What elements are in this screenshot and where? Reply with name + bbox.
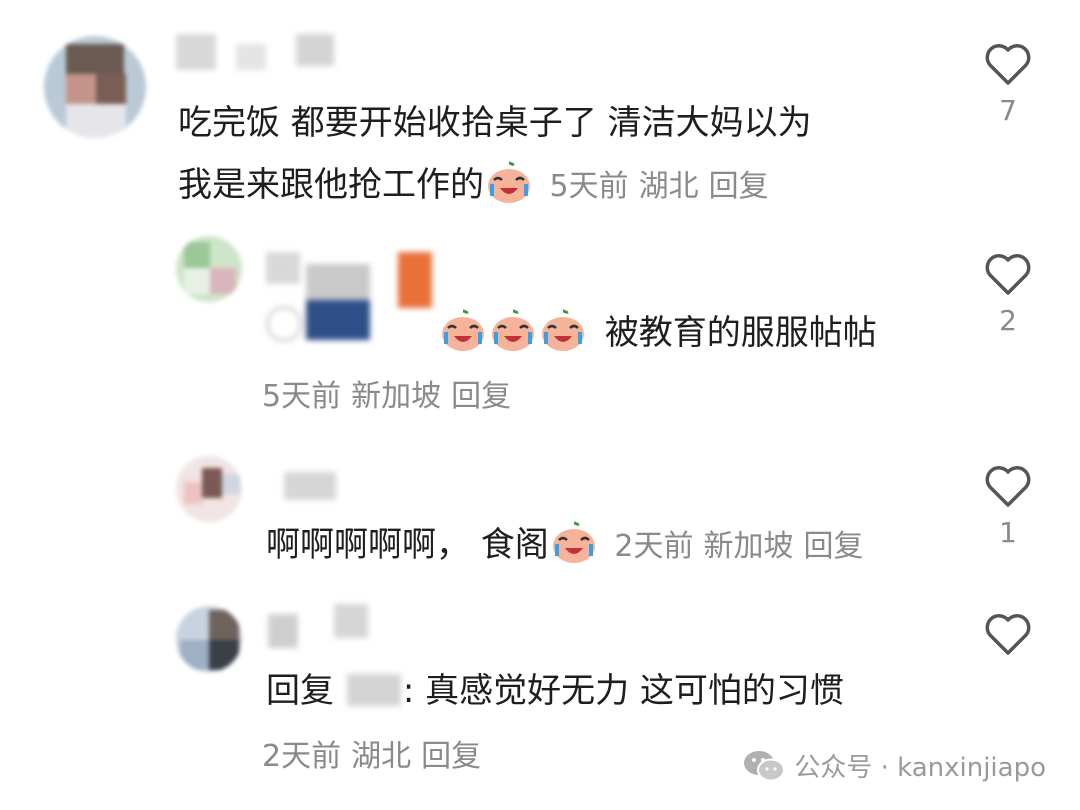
comment-time: 5天前 — [549, 169, 629, 204]
crying-face-emoji-icon — [486, 160, 532, 224]
reply-button[interactable]: 回复 — [421, 739, 481, 774]
like-count: 1 — [999, 516, 1017, 549]
comment-time: 5天前 — [262, 379, 342, 414]
reply-button[interactable]: 回复 — [709, 169, 769, 204]
comment-line-text: 真感觉好无力 这可怕的习惯 — [425, 671, 844, 711]
wechat-icon — [744, 750, 786, 781]
comment-text: 被教育的服服帖帖 — [438, 302, 877, 372]
comment-location: 湖北 — [638, 169, 699, 204]
like-button[interactable] — [978, 612, 1038, 656]
username-blurred[interactable] — [268, 604, 378, 652]
comment-location: 新加坡 — [351, 379, 442, 414]
username-blurred[interactable] — [176, 34, 336, 76]
reply-button[interactable]: 回复 — [803, 529, 863, 564]
like-button[interactable]: 7 — [978, 42, 1038, 127]
avatar[interactable] — [176, 456, 242, 522]
avatar[interactable] — [176, 236, 242, 302]
like-button[interactable]: 1 — [978, 464, 1038, 549]
like-count: 7 — [999, 94, 1017, 127]
reply-colon: : — [402, 671, 415, 711]
avatar[interactable] — [176, 606, 242, 672]
comment-text: 啊啊啊啊啊， 食阁 2天前 新加坡 回复 — [266, 514, 873, 584]
comment-meta: 5天前 新加坡 回复 — [262, 366, 521, 428]
comment-line: 吃完饭 都要开始收拾桌子了 清洁大妈以为 — [178, 103, 812, 143]
crying-face-emoji-icon — [551, 520, 597, 584]
crying-face-emoji-icon — [440, 308, 486, 372]
comment-meta: 2天前 湖北 回复 — [262, 726, 491, 788]
reply-target-blurred[interactable] — [346, 674, 401, 706]
reply-prefix: 回复 — [266, 671, 334, 711]
comment-line: 我是来跟他抢工作的 5天前 湖北 回复 — [178, 154, 812, 224]
heart-outline-icon — [985, 254, 1031, 295]
comment-line-text: 我是来跟他抢工作的 — [178, 165, 484, 205]
comment-time: 2天前 — [614, 529, 694, 564]
comment-location: 新加坡 — [703, 529, 794, 564]
crying-face-emoji-icon — [490, 308, 536, 372]
comment-text: 吃完饭 都要开始收拾桌子了 清洁大妈以为 我是来跟他抢工作的 5天前 湖北 回复 — [178, 92, 812, 224]
avatar[interactable] — [44, 36, 146, 138]
watermark: 公众号 · kanxinjiapo — [742, 747, 1046, 784]
crying-face-emoji-icon — [540, 308, 586, 372]
comment-time: 2天前 — [262, 739, 342, 774]
like-count: 2 — [999, 304, 1017, 337]
heart-outline-icon — [985, 466, 1031, 507]
comment-line-text: 被教育的服服帖帖 — [604, 313, 877, 353]
heart-outline-icon — [985, 614, 1031, 655]
reply-button[interactable]: 回复 — [451, 379, 511, 414]
comment-line-text: 啊啊啊啊啊， 食阁 — [266, 525, 549, 565]
comment-location: 湖北 — [351, 739, 412, 774]
username-blurred[interactable] — [266, 244, 436, 354]
like-button[interactable]: 2 — [978, 252, 1038, 337]
comment-text: 回复 : 真感觉好无力 这可怕的习惯 — [266, 660, 844, 722]
watermark-text: 公众号 · kanxinjiapo — [794, 753, 1046, 783]
heart-outline-icon — [985, 44, 1031, 85]
username-blurred[interactable] — [268, 470, 348, 504]
